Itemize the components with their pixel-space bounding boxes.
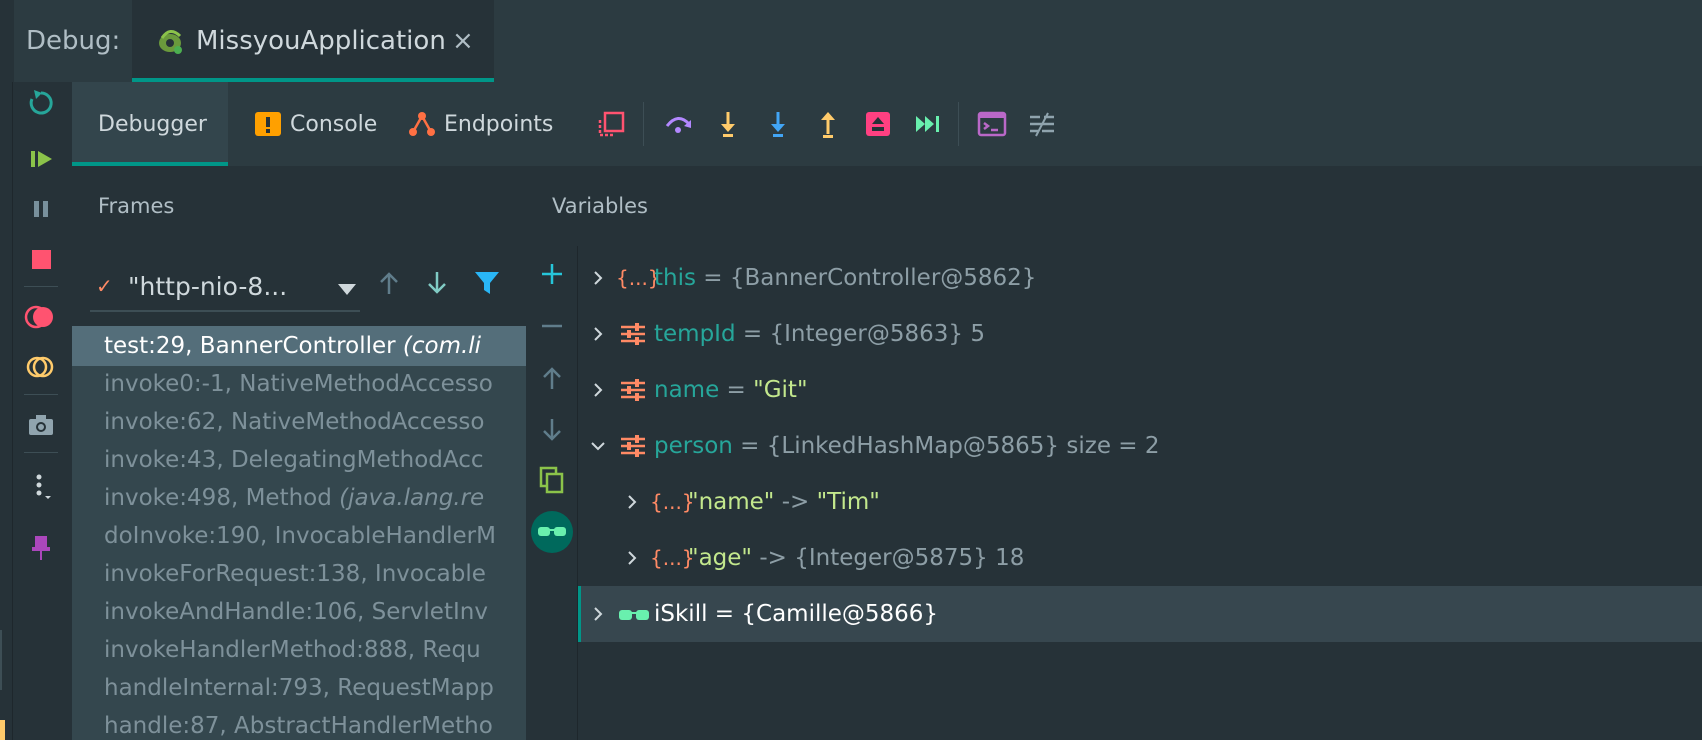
list-item[interactable]: invoke0:-1, NativeMethodAccesso (72, 364, 526, 404)
debug-label: Debug: (26, 26, 121, 56)
camera-icon[interactable] (24, 408, 58, 442)
list-item[interactable]: test:29, BannerController (com.li (72, 326, 526, 366)
more-icon[interactable] (24, 468, 58, 502)
thread-bar: ✓ "http-nio-8... (72, 246, 526, 326)
tree-row[interactable]: iSkill = {Camille@5866} (578, 586, 1702, 642)
tree-row[interactable]: tempId = {Integer@5863} 5 (578, 306, 1702, 362)
mute-breakpoints-icon[interactable] (24, 350, 58, 384)
chevron-right-icon[interactable] (590, 270, 606, 286)
chevron-right-icon[interactable] (590, 326, 606, 342)
endpoints-icon[interactable] (406, 108, 438, 140)
chevron-right-icon[interactable] (590, 606, 606, 622)
tab-endpoints[interactable]: Endpoints (444, 112, 553, 137)
list-item[interactable]: invoke:43, DelegatingMethodAcc (72, 440, 526, 480)
spring-boot-run-icon (159, 30, 182, 54)
frames-list: test:29, BannerController (com.li invoke… (72, 326, 526, 740)
add-watch-icon[interactable] (536, 258, 568, 290)
copy-icon[interactable] (536, 464, 568, 496)
console-warning-icon[interactable] (252, 108, 284, 140)
field-icon (621, 379, 645, 401)
tab-missyou-application[interactable]: MissyouApplication × (132, 0, 494, 82)
tree-row[interactable]: {...} this = {BannerController@5862} (578, 250, 1702, 306)
tree-row[interactable]: name = "Git" (578, 362, 1702, 418)
toolbar-separator (643, 102, 644, 146)
tree-row[interactable]: person = {LinkedHashMap@5865} size = 2 (578, 418, 1702, 474)
chevron-right-icon[interactable] (624, 550, 640, 566)
debug-tool-window: { "header": { "debug_label": "Debug:", "… (0, 0, 1702, 740)
list-item[interactable]: invoke:498, Method (java.lang.re (72, 478, 526, 518)
entry-icon: {...} (650, 546, 695, 570)
show-watches-icon[interactable] (530, 510, 574, 554)
variables-tree: {...} this = {BannerController@5862} tem… (578, 246, 1702, 740)
debug-tab-strip: Debug: MissyouApplication × (0, 0, 1702, 82)
tab-title: MissyouApplication (196, 26, 446, 56)
evaluate-expression-icon[interactable] (976, 108, 1008, 140)
chevron-down-icon[interactable] (590, 438, 606, 454)
chevron-right-icon[interactable] (624, 494, 640, 510)
debugger-toolbar: Debugger Console Endpoints (72, 82, 1702, 166)
close-icon[interactable]: × (452, 26, 474, 56)
run-to-cursor-icon[interactable] (912, 108, 944, 140)
list-item[interactable]: invokeForRequest:138, Invocable (72, 554, 526, 594)
tab-debugger[interactable]: Debugger (72, 82, 228, 166)
move-down-icon[interactable] (536, 414, 568, 446)
frames-panel: ✓ "http-nio-8... test:29, BannerControll… (72, 246, 526, 740)
filter-icon[interactable] (472, 268, 502, 298)
side-edge-marker (0, 630, 5, 740)
variables-actions (526, 246, 578, 740)
force-step-into-icon[interactable] (762, 108, 794, 140)
list-item[interactable]: handle:87, AbstractHandlerMetho (72, 706, 526, 740)
watch-icon (619, 610, 649, 620)
previous-frame-icon[interactable] (374, 268, 404, 298)
thread-selector[interactable]: ✓ "http-nio-8... (90, 262, 360, 312)
debug-side-toolbar (0, 82, 72, 740)
frames-title: Frames (98, 194, 175, 218)
show-execution-point-icon[interactable] (596, 108, 628, 140)
field-icon (621, 323, 645, 345)
list-item[interactable]: doInvoke:190, InvocableHandlerM (72, 516, 526, 556)
check-icon: ✓ (96, 274, 113, 298)
step-into-icon[interactable] (712, 108, 744, 140)
next-frame-icon[interactable] (422, 268, 452, 298)
left-gutter (0, 0, 14, 82)
tab-console[interactable]: Console (290, 112, 377, 137)
list-item[interactable]: invokeHandlerMethod:888, Requ (72, 630, 526, 670)
variables-title: Variables (552, 194, 648, 218)
tree-row[interactable]: {...} "name" -> "Tim" (578, 474, 1702, 530)
variables-header: Variables (526, 166, 1702, 246)
drop-frame-icon[interactable] (862, 108, 894, 140)
frames-header: Frames (72, 166, 526, 246)
toolbar-separator (958, 102, 959, 146)
chevron-right-icon[interactable] (590, 382, 606, 398)
view-breakpoints-icon[interactable] (24, 300, 58, 334)
side-divider (12, 82, 13, 740)
entry-icon: {...} (650, 490, 695, 514)
field-icon (621, 435, 645, 457)
thread-name: "http-nio-8... (128, 272, 288, 301)
stop-icon[interactable] (24, 242, 58, 276)
side-separator (24, 286, 58, 287)
trace-current-stream-icon[interactable] (1026, 108, 1058, 140)
list-item[interactable]: handleInternal:793, RequestMapp (72, 668, 526, 708)
tree-row[interactable]: {...} "age" -> {Integer@5875} 18 (578, 530, 1702, 586)
rerun-icon[interactable] (24, 86, 58, 120)
step-over-icon[interactable] (662, 108, 694, 140)
tab-debugger-label: Debugger (98, 112, 207, 137)
list-item[interactable]: invoke:62, NativeMethodAccesso (72, 402, 526, 442)
pin-icon[interactable] (24, 530, 58, 564)
remove-watch-icon[interactable] (536, 310, 568, 342)
chevron-down-icon (338, 284, 356, 295)
step-out-icon[interactable] (812, 108, 844, 140)
resume-icon[interactable] (24, 142, 58, 176)
pause-icon[interactable] (24, 192, 58, 226)
side-separator (24, 452, 58, 453)
side-separator (24, 394, 58, 395)
list-item[interactable]: invokeAndHandle:106, ServletInv (72, 592, 526, 632)
move-up-icon[interactable] (536, 362, 568, 394)
object-icon: {...} (616, 266, 661, 290)
